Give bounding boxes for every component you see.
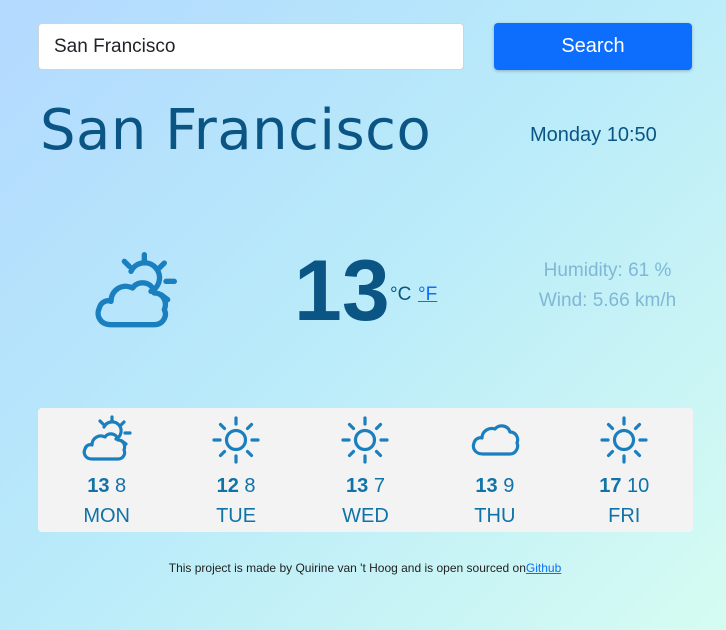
footer: This project is made by Quirine van 't H… <box>0 561 726 575</box>
wind-text: Wind: 5.66 km/h <box>538 290 677 311</box>
forecast-min-temp: 10 <box>627 475 650 497</box>
current-datetime: Monday 10:50 <box>530 124 657 146</box>
city-title: San Francisco <box>40 98 432 163</box>
forecast-temps: 13 9 <box>440 475 550 497</box>
forecast-day-fri: 17 10 FRI <box>569 408 679 532</box>
partly-cloudy-icon <box>88 248 184 338</box>
sun-icon <box>338 413 392 467</box>
forecast-day-tue: 12 8 TUE <box>181 408 291 532</box>
forecast-min-temp: 9 <box>503 475 515 497</box>
forecast-max-temp: 17 <box>599 475 622 497</box>
unit-celsius[interactable]: °C <box>390 284 411 306</box>
forecast-max-temp: 13 <box>475 475 498 497</box>
forecast-min-temp: 8 <box>244 475 256 497</box>
forecast-temps: 12 8 <box>181 475 291 497</box>
partly-cloudy-icon <box>80 413 134 467</box>
cloud-icon <box>468 413 522 467</box>
forecast-max-temp: 13 <box>87 475 110 497</box>
sun-icon <box>209 413 263 467</box>
search-button[interactable]: Search <box>494 23 692 70</box>
sun-icon <box>597 413 651 467</box>
unit-fahrenheit-link[interactable]: °F <box>418 284 437 306</box>
forecast-day-wed: 13 7 WED <box>310 408 420 532</box>
forecast-day-thu: 13 9 THU <box>440 408 550 532</box>
humidity-text: Humidity: 61 % <box>543 260 672 281</box>
forecast-day-label: WED <box>342 505 389 527</box>
forecast-day-label: FRI <box>608 505 641 527</box>
forecast-day-label: THU <box>474 505 516 527</box>
forecast-day-mon: 13 8 MON <box>52 408 162 532</box>
forecast-max-temp: 12 <box>216 475 239 497</box>
forecast-max-temp: 13 <box>346 475 369 497</box>
city-search-input[interactable] <box>38 23 464 70</box>
github-link[interactable]: Github <box>526 561 561 575</box>
current-temperature: 13 <box>294 243 390 339</box>
weather-details: Humidity: 61 % Wind: 5.66 km/h <box>520 256 695 316</box>
footer-text: This project is made by Quirine van 't H… <box>168 561 526 575</box>
forecast-day-label: MON <box>83 505 131 527</box>
forecast-min-temp: 7 <box>373 475 385 497</box>
forecast-day-label: TUE <box>216 505 257 527</box>
forecast-panel: 13 8 MON 12 8 TUE 13 7 WED 13 9 THU 17 10 FRI <box>38 408 693 532</box>
forecast-temps: 13 8 <box>52 475 162 497</box>
forecast-temps: 13 7 <box>310 475 420 497</box>
forecast-temps: 17 10 <box>569 475 679 497</box>
forecast-min-temp: 8 <box>115 475 127 497</box>
search-bar: Search <box>38 23 692 70</box>
